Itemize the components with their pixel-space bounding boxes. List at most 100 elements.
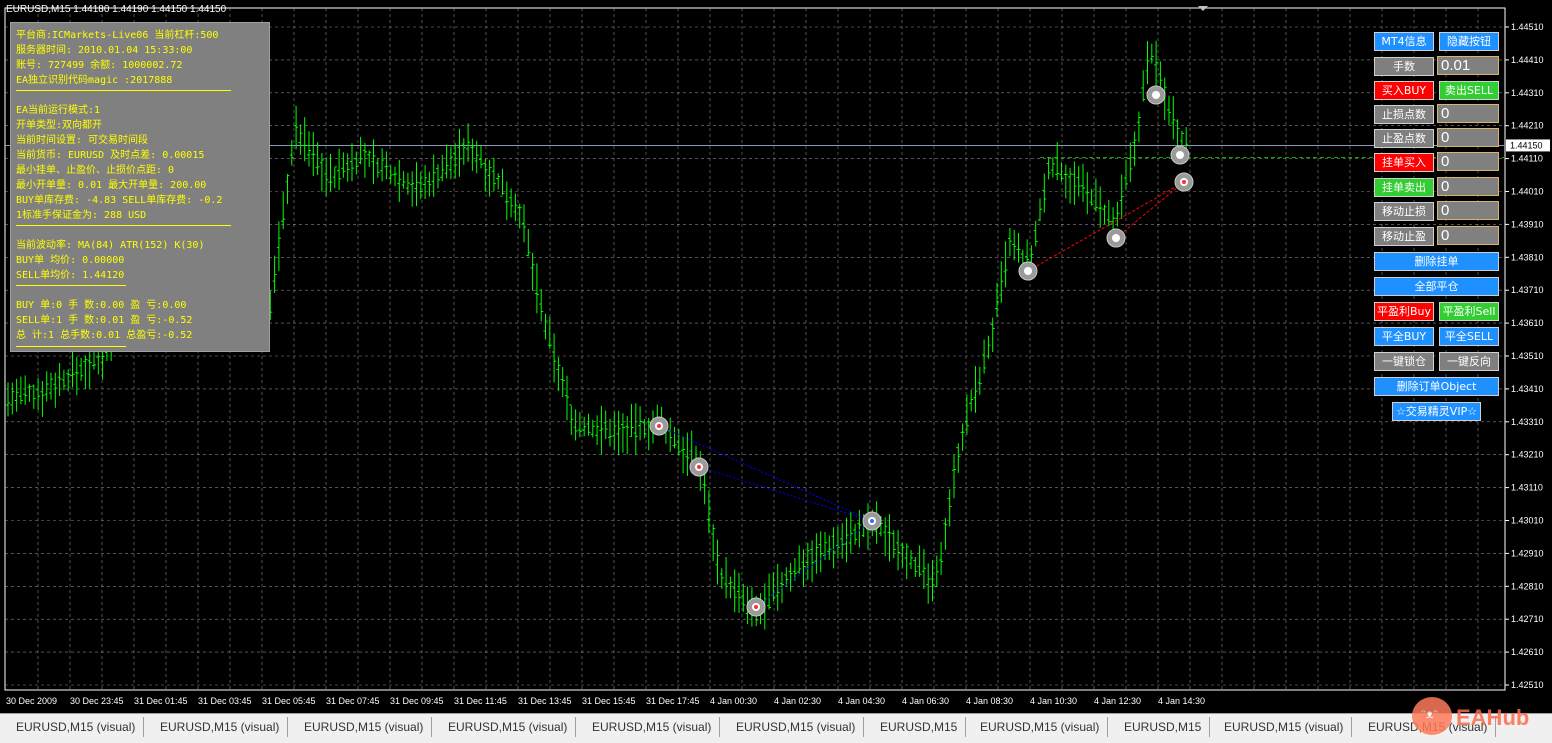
price-tick-label: 1.42610 xyxy=(1511,647,1544,657)
chart-tab[interactable]: EURUSD,M15 (visual) xyxy=(1216,717,1353,737)
trailing-stop-label: 移动止损 xyxy=(1374,202,1434,221)
chart-tab[interactable]: EURUSD,M15 (visual) xyxy=(296,717,433,737)
chart-area[interactable]: 1.44510 1.44410 1.44310 1.44210 1.44110 1.440… xyxy=(0,0,1552,713)
price-tick-label: 1.43710 xyxy=(1511,285,1544,295)
trade-marker-center xyxy=(1154,93,1158,97)
info-line: 服务器时间: 2010.01.04 15:33:00 xyxy=(16,45,193,56)
info-line: BUY单库存费: -4.83 SELL单库存费: -0.2 xyxy=(16,195,223,206)
time-tick-label: 4 Jan 08:30 xyxy=(966,696,1013,706)
price-tick-label: 1.43110 xyxy=(1511,483,1543,493)
trailing-stop-input[interactable]: 0 xyxy=(1437,201,1499,220)
stop-loss-input[interactable]: 0 xyxy=(1437,104,1499,123)
pending-buy-input[interactable]: 0 xyxy=(1437,152,1499,171)
time-tick-label: 4 Jan 00:30 xyxy=(710,696,757,706)
time-tick-label: 30 Dec 2009 xyxy=(6,696,57,706)
delete-order-objects-button[interactable]: 删除订单Object xyxy=(1374,377,1499,396)
close-profit-sell-button[interactable]: 平盈利Sell xyxy=(1439,302,1499,321)
ea-info-panel: 平台商:ICMarkets-Live06 当前杠杆:500 服务器时间: 2010… xyxy=(10,22,270,352)
price-tick-label: 1.43210 xyxy=(1511,450,1544,460)
time-tick-label: 31 Dec 09:45 xyxy=(390,696,444,706)
time-tick-label: 4 Jan 04:30 xyxy=(838,696,885,706)
chart-tab[interactable]: EURUSD,M15 (visual) xyxy=(8,717,145,737)
close-all-button[interactable]: 全部平仓 xyxy=(1374,277,1499,296)
price-tick-label: 1.43510 xyxy=(1511,351,1544,361)
info-line: 平台商:ICMarkets-Live06 当前杠杆:500 xyxy=(16,30,219,41)
mt4-info-button[interactable]: MT4信息 xyxy=(1374,32,1434,51)
price-tick-label: 1.42710 xyxy=(1511,614,1544,624)
eahub-watermark: ᵔᴥᵔ EAHub xyxy=(1412,697,1529,735)
time-tick-label: 31 Dec 03:45 xyxy=(198,696,252,706)
sell-button[interactable]: 卖出SELL xyxy=(1439,81,1499,100)
one-click-reverse-button[interactable]: 一键反向 xyxy=(1439,352,1499,371)
time-tick-label: 31 Dec 05:45 xyxy=(262,696,316,706)
price-tick-label: 1.43010 xyxy=(1511,516,1544,526)
one-click-lock-button[interactable]: 一键锁仓 xyxy=(1374,352,1434,371)
info-line: 1标准手保证金为: 288 USD xyxy=(16,210,147,221)
chart-tab[interactable]: EURUSD,M15 (visual) xyxy=(152,717,289,737)
price-tick-label: 1.44010 xyxy=(1511,187,1544,197)
robot-logo-icon: ᵔᴥᵔ xyxy=(1412,697,1452,735)
info-line: 最小开单量: 0.01 最大开单量: 200.00 xyxy=(16,180,207,191)
chart-tab[interactable]: EURUSD,M15 (visual) xyxy=(584,717,721,737)
trade-marker-center xyxy=(1182,180,1186,184)
chart-tab[interactable]: EURUSD,M15 xyxy=(872,717,967,737)
stop-loss-label: 止损点数 xyxy=(1374,105,1434,124)
trade-line xyxy=(698,466,873,522)
chart-tab[interactable]: EURUSD,M15 (visual) xyxy=(440,717,577,737)
info-line: EA独立识别代码magic :2017888 xyxy=(16,75,173,86)
chart-tab[interactable]: EURUSD,M15 (visual) xyxy=(972,717,1109,737)
pending-sell-input[interactable]: 0 xyxy=(1437,177,1499,196)
time-tick-label: 30 Dec 23:45 xyxy=(70,696,124,706)
chart-tab[interactable]: EURUSD,M15 xyxy=(1116,717,1211,737)
price-tick-label: 1.43810 xyxy=(1511,252,1544,262)
close-profit-buy-button[interactable]: 平盈利Buy xyxy=(1374,302,1434,321)
time-tick-label: 4 Jan 14:30 xyxy=(1158,696,1205,706)
vip-button[interactable]: ☆交易精灵VIP☆ xyxy=(1392,402,1481,421)
lots-label: 手数 xyxy=(1374,57,1434,76)
price-tick-label: 1.43410 xyxy=(1511,384,1544,394)
info-divider xyxy=(16,225,231,226)
trade-marker-center xyxy=(1178,153,1182,157)
hide-buttons-button[interactable]: 隐藏按钮 xyxy=(1439,32,1499,51)
info-line: SELL单:1 手 数:0.01 盈 亏:-0.52 xyxy=(16,315,193,326)
trailing-profit-input[interactable]: 0 xyxy=(1437,226,1499,245)
delete-pending-button[interactable]: 删除挂单 xyxy=(1374,252,1499,271)
time-tick-label: 31 Dec 11:45 xyxy=(454,696,507,706)
info-divider xyxy=(16,90,231,91)
price-tick-label: 1.44110 xyxy=(1511,154,1543,164)
info-line: SELL单均价: 1.44120 xyxy=(16,270,125,281)
take-profit-input[interactable]: 0 xyxy=(1437,128,1499,147)
time-tick-label: 4 Jan 10:30 xyxy=(1030,696,1077,706)
trade-marker-center xyxy=(754,605,758,609)
trade-marker-center xyxy=(697,465,701,469)
price-tick-label: 1.44510 xyxy=(1511,22,1544,32)
info-divider xyxy=(16,346,126,347)
trailing-profit-label: 移动止盈 xyxy=(1374,227,1434,246)
chart-tab[interactable]: EURUSD,M15 (visual) xyxy=(728,717,865,737)
price-tick-label: 1.42810 xyxy=(1511,581,1544,591)
price-tick-label: 1.44210 xyxy=(1511,121,1544,131)
take-profit-label: 止盈点数 xyxy=(1374,129,1434,148)
trade-line xyxy=(658,425,873,522)
info-line: 账号: 727499 余额: 1000002.72 xyxy=(16,60,183,71)
info-line: BUY 单:0 手 数:0.00 盈 亏:0.00 xyxy=(16,300,187,311)
pending-buy-button[interactable]: 挂单买入 xyxy=(1374,153,1434,172)
price-tick-label: 1.42910 xyxy=(1511,548,1544,558)
info-line: EA当前运行模式:1 xyxy=(16,105,101,116)
chart-tab-bar: EURUSD,M15 (visual) EURUSD,M15 (visual) EU… xyxy=(0,713,1552,743)
pending-sell-button[interactable]: 挂单卖出 xyxy=(1374,178,1434,197)
trade-marker-center xyxy=(1114,236,1118,240)
close-all-sell-button[interactable]: 平全SELL xyxy=(1439,327,1499,346)
close-all-buy-button[interactable]: 平全BUY xyxy=(1374,327,1434,346)
buy-button[interactable]: 买入BUY xyxy=(1374,81,1434,100)
info-line: BUY单 均价: 0.00000 xyxy=(16,255,125,266)
lots-input[interactable]: 0.01 xyxy=(1437,56,1499,75)
time-tick-label: 31 Dec 07:45 xyxy=(326,696,380,706)
price-tick-label: 1.44410 xyxy=(1511,55,1544,65)
info-line: 当前时间设置: 可交易时间段 xyxy=(16,135,149,146)
time-tick-label: 31 Dec 13:45 xyxy=(518,696,572,706)
info-line: 当前波动率: MA(84) ATR(152) K(30) xyxy=(16,240,205,251)
price-tick-label: 1.43610 xyxy=(1511,318,1544,328)
trade-marker-center xyxy=(1026,269,1030,273)
trade-marker-center xyxy=(870,519,874,523)
